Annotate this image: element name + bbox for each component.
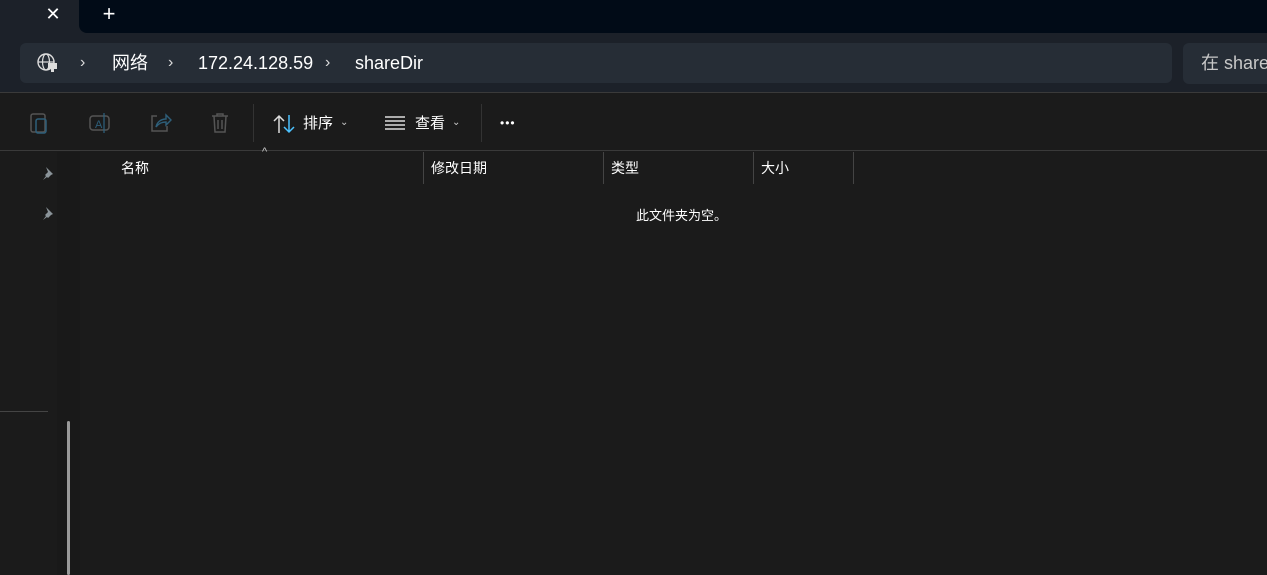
sort-button[interactable]: 排序 ⌄ <box>272 94 362 151</box>
view-button[interactable]: 查看 ⌄ <box>384 94 469 151</box>
navigation-pane <box>0 152 80 575</box>
sidebar-divider <box>0 411 48 412</box>
chevron-right-icon[interactable]: › <box>325 43 330 83</box>
pin-icon[interactable] <box>40 166 54 180</box>
toolbar-separator <box>481 104 482 142</box>
chevron-right-icon[interactable]: › <box>80 43 85 83</box>
tab-strip: + <box>79 0 1267 33</box>
share-icon[interactable] <box>147 110 173 136</box>
chevron-down-icon: ⌄ <box>452 117 461 128</box>
more-options-icon[interactable]: ••• <box>500 94 516 152</box>
command-bar: A 排序 ⌄ 查看 ⌄ ••• <box>0 94 1267 151</box>
pin-icon[interactable] <box>40 206 54 220</box>
view-list-icon <box>385 116 405 130</box>
svg-text:A: A <box>95 119 103 131</box>
search-input[interactable]: 在 shareDir 中搜索 <box>1183 43 1267 84</box>
chevron-down-icon: ⌄ <box>340 117 349 128</box>
sort-icon <box>273 114 295 134</box>
chevron-right-icon[interactable]: › <box>168 43 173 83</box>
new-tab-button[interactable]: + <box>94 0 124 28</box>
empty-folder-message: 此文件夹为空。 <box>636 208 728 223</box>
delete-icon[interactable] <box>207 110 233 136</box>
address-bar[interactable]: › 网络 › 172.24.128.59 › shareDir <box>20 43 1172 83</box>
paste-icon[interactable] <box>27 110 53 136</box>
network-globe-icon <box>37 53 57 72</box>
sidebar-scrollbar[interactable] <box>67 421 70 575</box>
breadcrumb-host[interactable]: 172.24.128.59 <box>198 43 313 83</box>
toolbar-separator <box>253 104 254 142</box>
column-header-type[interactable]: 类型 <box>604 152 754 184</box>
address-row: › 网络 › 172.24.128.59 › shareDir 在 shareD… <box>0 33 1267 93</box>
tab-active[interactable]: ✕ <box>0 0 79 33</box>
column-header-size[interactable]: 大小 <box>754 152 854 184</box>
column-header-name[interactable]: 名称 <box>114 152 424 184</box>
rename-icon[interactable]: A <box>87 110 113 136</box>
sort-label: 排序 <box>303 115 334 132</box>
close-tab-icon[interactable]: ✕ <box>38 0 68 28</box>
column-header-date-modified[interactable]: 修改日期 <box>424 152 604 184</box>
breadcrumb-network[interactable]: 网络 <box>112 43 148 83</box>
view-label: 查看 <box>415 115 446 132</box>
breadcrumb-sharedir[interactable]: shareDir <box>355 43 423 83</box>
